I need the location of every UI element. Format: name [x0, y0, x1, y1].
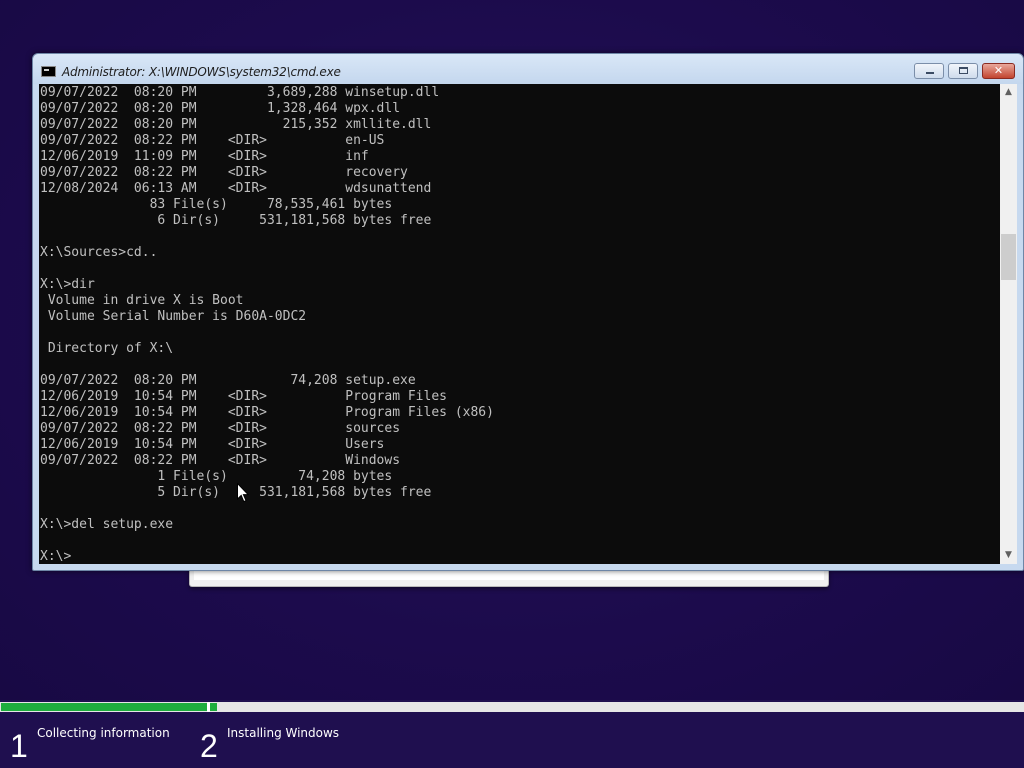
close-button[interactable]: ✕ — [982, 63, 1015, 79]
chevron-up-icon[interactable]: ▲ — [1000, 84, 1017, 101]
console-line: Volume Serial Number is D60A-0DC2 — [40, 309, 307, 324]
console-line: 6 Dir(s) 531,181,568 bytes free — [40, 213, 432, 228]
console-output[interactable]: 09/07/2022 08:20 PM 3,689,288 winsetup.d… — [39, 84, 1000, 564]
console-line: 12/06/2019 10:54 PM <DIR> Users — [40, 437, 385, 452]
close-icon: ✕ — [993, 64, 1004, 77]
console-line: 09/07/2022 08:20 PM 3,689,288 winsetup.d… — [40, 85, 440, 100]
console-line: 1 File(s) 74,208 bytes — [40, 469, 393, 484]
cmd-icon[interactable] — [41, 66, 56, 77]
console-line: 12/06/2019 10:54 PM <DIR> Program Files … — [40, 405, 494, 420]
console-line: 09/07/2022 08:22 PM <DIR> en-US — [40, 133, 385, 148]
console-line: X:\> — [40, 549, 72, 564]
console-line: 83 File(s) 78,535,461 bytes — [40, 197, 393, 212]
maximize-button[interactable] — [948, 63, 978, 79]
console-line: 09/07/2022 08:20 PM 215,352 xmllite.dll — [40, 117, 432, 132]
console-line: 5 Dir(s) 531,181,568 bytes free — [40, 485, 432, 500]
scrollbar-thumb[interactable] — [1001, 234, 1016, 280]
console-line: 09/07/2022 08:22 PM <DIR> recovery — [40, 165, 408, 180]
title-bar[interactable]: Administrator: X:\WINDOWS\system32\cmd.e… — [33, 54, 1023, 84]
setup-progress-bar — [0, 702, 1024, 712]
console-line: Directory of X:\ — [40, 341, 174, 356]
console-line: 09/07/2022 08:22 PM <DIR> Windows — [40, 453, 401, 468]
console-line: 09/07/2022 08:20 PM 74,208 setup.exe — [40, 373, 416, 388]
console-text: 09/07/2022 08:20 PM 3,689,288 winsetup.d… — [39, 84, 1000, 564]
console-line: Volume in drive X is Boot — [40, 293, 244, 308]
progress-segment-collecting — [1, 703, 207, 711]
console-line: 09/07/2022 08:22 PM <DIR> sources — [40, 421, 401, 436]
console-line: 12/06/2019 11:09 PM <DIR> inf — [40, 149, 369, 164]
console-line: 09/07/2022 08:20 PM 1,328,464 wpx.dll — [40, 101, 401, 116]
vertical-scrollbar[interactable]: ▲ ▼ — [1000, 84, 1017, 564]
progress-segment-installing — [210, 703, 217, 711]
step-number: 2 — [200, 728, 218, 764]
step-label: Collecting information — [37, 726, 170, 740]
console-line: X:\>dir — [40, 277, 95, 292]
mouse-pointer-icon — [237, 483, 249, 503]
console-line: X:\>del setup.exe — [40, 517, 174, 532]
window-title: Administrator: X:\WINDOWS\system32\cmd.e… — [62, 65, 341, 79]
console-line: X:\Sources>cd.. — [40, 245, 158, 260]
minimize-icon — [926, 72, 934, 74]
minimize-button[interactable] — [914, 63, 944, 79]
console-line: 12/08/2024 06:13 AM <DIR> wdsunattend — [40, 181, 432, 196]
maximize-icon — [959, 67, 968, 74]
console-line: 12/06/2019 10:54 PM <DIR> Program Files — [40, 389, 447, 404]
step-label: Installing Windows — [227, 726, 340, 740]
cmd-window: Administrator: X:\WINDOWS\system32\cmd.e… — [32, 53, 1024, 571]
step-number: 1 — [10, 728, 28, 764]
chevron-down-icon[interactable]: ▼ — [1000, 547, 1017, 564]
